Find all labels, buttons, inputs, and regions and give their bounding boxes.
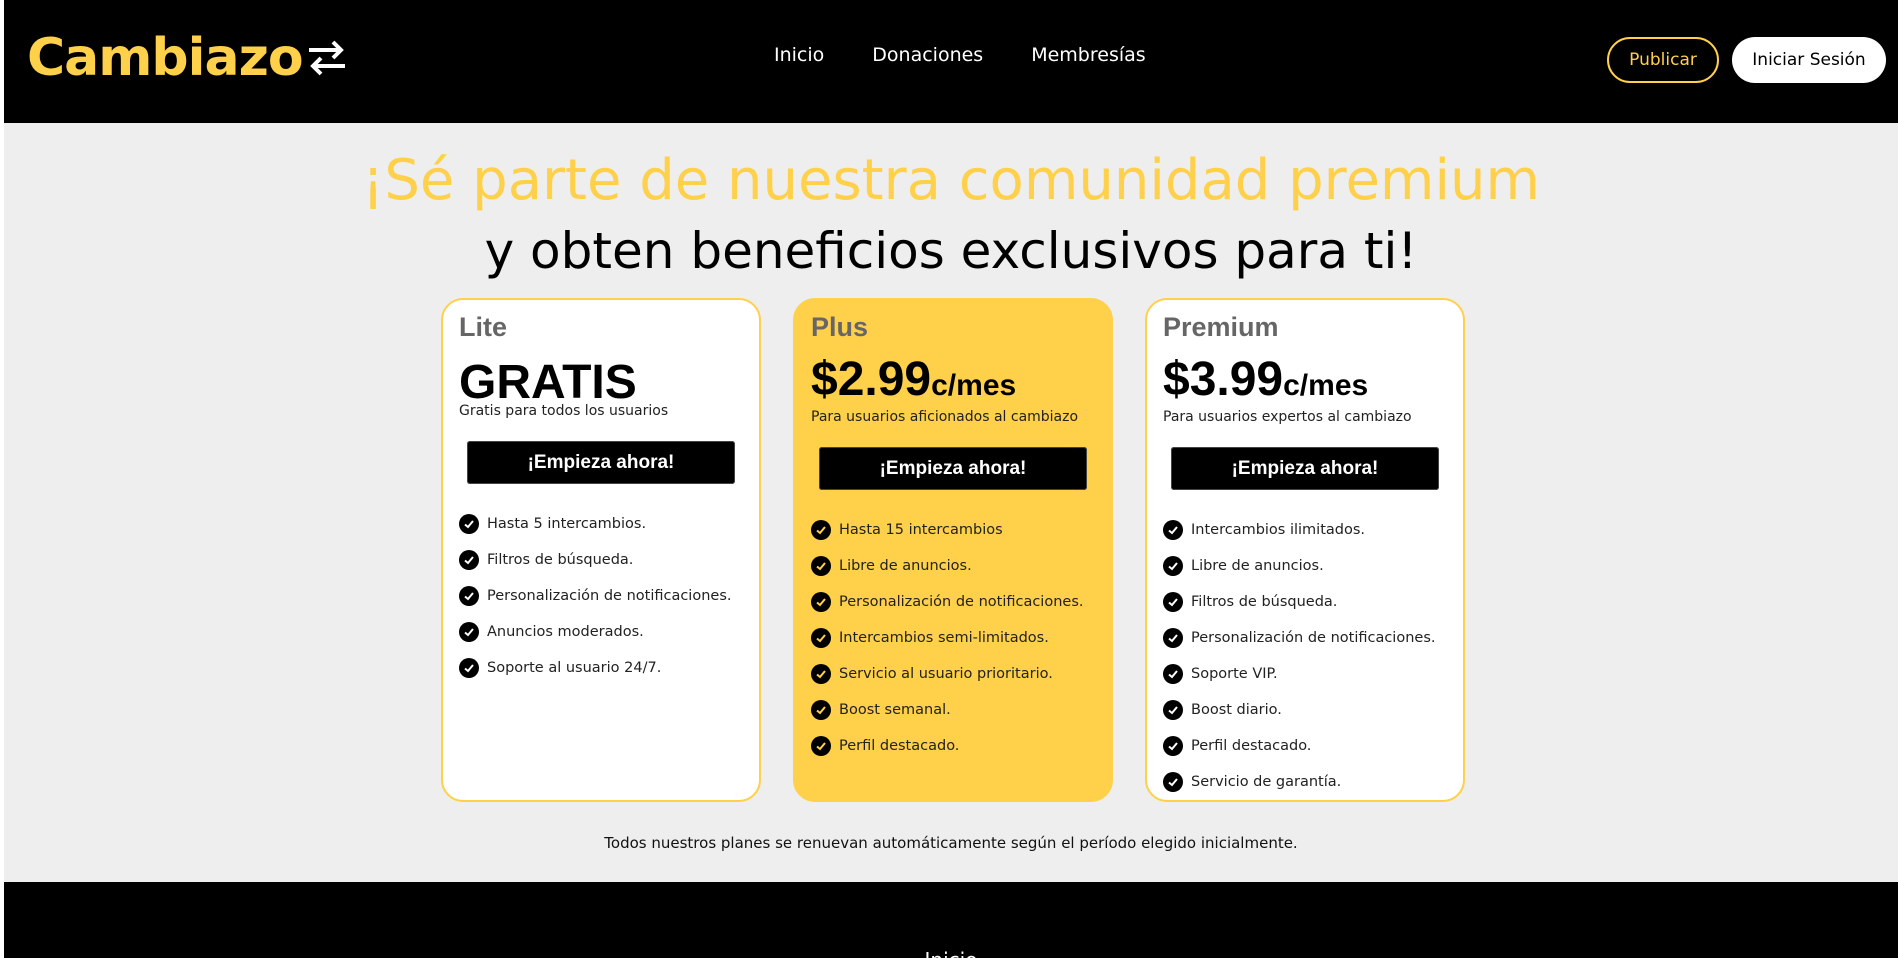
feature-item: Intercambios ilimitados. [1163,512,1435,548]
feature-list: Hasta 5 intercambios. Filtros de búsqued… [459,506,731,686]
plan-description: Para usuarios expertos al cambiazo [1163,409,1412,425]
check-icon [811,592,831,612]
plan-description: Gratis para todos los usuarios [459,403,669,419]
check-icon [459,514,479,534]
start-now-button[interactable]: ¡Empieza ahora! [467,441,735,484]
feature-item: Perfil destacado. [1163,728,1435,764]
login-button[interactable]: Iniciar Sesión [1732,37,1886,83]
check-icon [1163,520,1183,540]
nav-inicio[interactable]: Inicio [774,44,824,66]
start-now-button[interactable]: ¡Empieza ahora! [1171,447,1439,490]
check-icon [1163,664,1183,684]
plan-name: Lite [459,312,508,342]
check-icon [811,556,831,576]
check-icon [811,700,831,720]
check-icon [811,664,831,684]
plan-card-lite: Lite GRATIS Gratis para todos los usuari… [441,298,761,802]
swap-arrows-icon [308,40,345,76]
feature-item: Personalización de notificaciones. [1163,620,1435,656]
check-icon [1163,628,1183,648]
plan-description: Para usuarios aficionados al cambiazo [811,409,1079,425]
plan-card-premium: Premium $3.99c/mes Para usuarios experto… [1145,298,1465,802]
feature-item: Servicio de garantía. [1163,764,1435,800]
check-icon [459,658,479,678]
plan-price: $2.99c/mes [811,352,1016,407]
check-icon [1163,592,1183,612]
feature-item: Servicio al usuario prioritario. [811,656,1083,692]
renewal-note: Todos nuestros planes se renuevan automá… [604,834,1298,852]
plan-card-plus: Plus $2.99c/mes Para usuarios aficionado… [793,298,1113,802]
feature-item: Boost diario. [1163,692,1435,728]
price-amount: GRATIS [459,356,637,409]
feature-item: Personalización de notificaciones. [811,584,1083,620]
price-amount: $2.99 [811,353,932,406]
feature-item: Soporte VIP. [1163,656,1435,692]
check-icon [459,586,479,606]
check-icon [1163,772,1183,792]
hero-title: ¡Sé parte de nuestra comunidad premium [361,148,1541,213]
check-icon [811,736,831,756]
feature-item: Filtros de búsqueda. [1163,584,1435,620]
top-navbar: Cambiazo Inicio Donaciones Membresías Pu… [4,0,1898,123]
publish-button[interactable]: Publicar [1607,37,1719,83]
feature-item: Anuncios moderados. [459,614,731,650]
footer: Inicio [4,882,1898,958]
page: Cambiazo Inicio Donaciones Membresías Pu… [4,0,1898,958]
main-nav: Inicio Donaciones Membresías [774,44,1146,66]
plan-name: Plus [811,312,869,342]
logo[interactable]: Cambiazo [27,28,349,88]
price-unit: c/mes [931,369,1017,402]
price-amount: $3.99 [1163,353,1284,406]
feature-item: Libre de anuncios. [1163,548,1435,584]
plan-price: GRATIS [459,355,637,410]
feature-list: Intercambios ilimitados. Libre de anunci… [1163,512,1435,800]
feature-item: Personalización de notificaciones. [459,578,731,614]
feature-item: Soporte al usuario 24/7. [459,650,731,686]
plan-price: $3.99c/mes [1163,352,1368,407]
check-icon [811,628,831,648]
feature-item: Libre de anuncios. [811,548,1083,584]
feature-item: Hasta 5 intercambios. [459,506,731,542]
feature-item: Boost semanal. [811,692,1083,728]
feature-item: Hasta 15 intercambios [811,512,1083,548]
nav-membresias[interactable]: Membresías [1031,44,1145,66]
footer-link-inicio[interactable]: Inicio [4,948,1898,958]
hero-subtitle: y obten beneficios exclusivos para ti! [484,222,1418,280]
plan-name: Premium [1163,312,1279,342]
check-icon [459,622,479,642]
check-icon [1163,556,1183,576]
nav-donaciones[interactable]: Donaciones [872,44,983,66]
start-now-button[interactable]: ¡Empieza ahora! [819,447,1087,490]
feature-list: Hasta 15 intercambios Libre de anuncios.… [811,512,1083,764]
price-unit: c/mes [1283,369,1369,402]
logo-text: Cambiazo [27,28,304,88]
feature-item: Intercambios semi-limitados. [811,620,1083,656]
feature-item: Filtros de búsqueda. [459,542,731,578]
check-icon [1163,736,1183,756]
feature-item: Perfil destacado. [811,728,1083,764]
check-icon [459,550,479,570]
check-icon [1163,700,1183,720]
check-icon [811,520,831,540]
